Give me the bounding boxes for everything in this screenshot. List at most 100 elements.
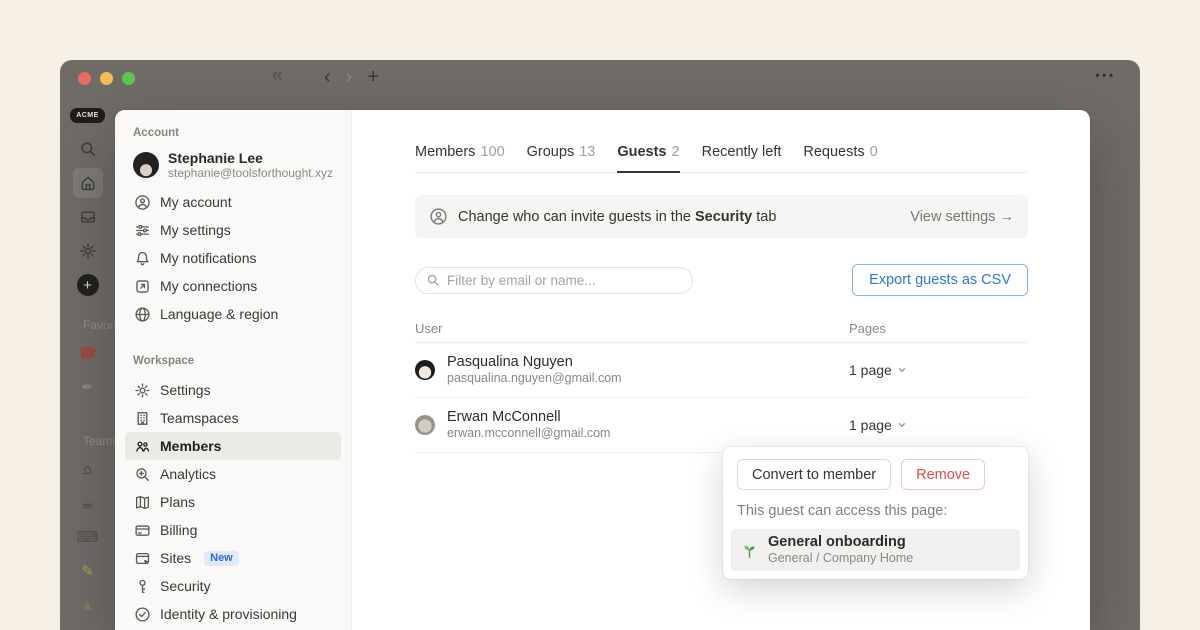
sidebar-item-identity-provisioning[interactable]: Identity & provisioning	[125, 600, 341, 628]
window-more-icon[interactable]: •••	[1095, 70, 1116, 82]
settings-gear-icon[interactable]	[60, 234, 115, 268]
person-circle-icon	[429, 207, 448, 226]
accessible-page-item[interactable]: General onboarding General / Company Hom…	[731, 529, 1020, 571]
inbox-icon[interactable]	[60, 200, 115, 234]
rail-shortcut[interactable]: ☎	[60, 336, 115, 370]
sidebar-item-settings[interactable]: Settings	[125, 376, 341, 404]
tab-count: 100	[480, 144, 504, 160]
guest-name: Pasqualina Nguyen	[447, 354, 622, 371]
avatar	[133, 152, 159, 178]
browser-icon	[133, 549, 151, 567]
globe-icon	[133, 305, 151, 323]
sidebar-item-label: My notifications	[160, 250, 256, 266]
tab-guests[interactable]: Guests 2	[617, 144, 679, 172]
seedling-icon	[741, 542, 758, 559]
new-page-icon[interactable]: +	[77, 274, 99, 296]
sliders-icon	[133, 221, 151, 239]
pages-dropdown[interactable]: 1 page	[849, 362, 1028, 378]
sidebar-item-label: Language & region	[160, 306, 278, 322]
sidebar-item-sites[interactable]: SitesNew	[125, 544, 341, 572]
card-icon	[133, 521, 151, 539]
teamspaces-section-label: Teamspaces	[60, 430, 115, 452]
sidebar-item-my-notifications[interactable]: My notifications	[125, 244, 341, 272]
account-profile[interactable]: Stephanie Lee stephanie@toolsforthought.…	[115, 144, 351, 188]
tab-count: 0	[870, 144, 878, 160]
guests-table: User Pages Pasqualina Nguyenpasqualina.n…	[415, 321, 1028, 453]
pages-dropdown[interactable]: 1 page	[849, 417, 1028, 433]
collapse-sidebar-icon[interactable]: «	[272, 65, 283, 87]
rail-shortcut[interactable]: ⌨	[60, 520, 115, 554]
sidebar-item-label: Identity & provisioning	[160, 606, 297, 622]
rail-shortcut[interactable]: ✎	[60, 554, 115, 588]
tab-groups[interactable]: Groups13	[527, 144, 596, 172]
home-icon[interactable]	[73, 168, 103, 198]
export-guests-csv-button[interactable]: Export guests as CSV	[852, 264, 1028, 296]
nav-forward-icon[interactable]: ›	[346, 64, 353, 90]
remove-guest-button[interactable]: Remove	[901, 459, 985, 490]
pages-count: 1 page	[849, 362, 892, 378]
column-header-pages: Pages	[849, 321, 1028, 336]
view-settings-link[interactable]: View settings →	[910, 209, 1014, 225]
rail-shortcut[interactable]: ☕	[60, 486, 115, 520]
guest-email: erwan.mcconnell@gmail.com	[447, 426, 610, 441]
sidebar-item-language-region[interactable]: Language & region	[125, 300, 341, 328]
person-circle-icon	[133, 193, 151, 211]
pencil-emoji-icon: ✎	[81, 562, 94, 580]
tab-label: Guests	[617, 144, 666, 160]
sidebar-item-label: Settings	[160, 382, 211, 398]
banner-text: Change who can invite guests in the Secu…	[458, 209, 900, 225]
guest-filter	[415, 267, 693, 294]
rail-shortcut[interactable]: ✒	[60, 370, 115, 404]
convert-to-member-button[interactable]: Convert to member	[737, 459, 891, 490]
chevron-down-icon	[897, 365, 907, 375]
map-icon	[133, 493, 151, 511]
tab-count: 2	[672, 144, 680, 160]
settings-sidebar: Account Stephanie Lee stephanie@toolsfor…	[115, 110, 352, 630]
members-tabs: Members100 Groups13 Guests 2 Recently left Re…	[415, 144, 1028, 173]
sidebar-item-my-account[interactable]: My account	[125, 188, 341, 216]
tab-label: Groups	[527, 144, 575, 160]
page-breadcrumb: General / Company Home	[768, 551, 913, 566]
workspace-logo[interactable]: ACME	[70, 108, 105, 123]
key-icon	[133, 577, 151, 595]
guest-invite-banner: Change who can invite guests in the Secu…	[415, 195, 1028, 238]
tab-members[interactable]: Members100	[415, 144, 505, 172]
column-header-user: User	[415, 321, 849, 336]
rail-shortcut[interactable]: ⌂	[60, 452, 115, 486]
sidebar-item-billing[interactable]: Billing	[125, 516, 341, 544]
close-window-button[interactable]	[78, 72, 91, 85]
new-tab-icon[interactable]: +	[367, 64, 379, 90]
sidebar-item-teamspaces[interactable]: Teamspaces	[125, 404, 341, 432]
zoom-window-button[interactable]	[122, 72, 135, 85]
avatar	[415, 360, 435, 380]
bell-icon	[133, 249, 151, 267]
sidebar-item-label: My settings	[160, 222, 231, 238]
pages-count: 1 page	[849, 417, 892, 433]
nav-back-icon[interactable]: ‹	[324, 64, 331, 90]
new-badge: New	[204, 551, 239, 566]
popover-caption: This guest can access this page:	[737, 503, 1014, 519]
guest-row[interactable]: Erwan McConnellerwan.mcconnell@gmail.com…	[415, 398, 1028, 453]
home-emoji-icon: ⌂	[83, 461, 92, 478]
filter-input[interactable]	[447, 273, 682, 288]
sidebar-item-label: Plans	[160, 494, 195, 510]
sidebar-item-security[interactable]: Security	[125, 572, 341, 600]
building-icon	[133, 409, 151, 427]
sidebar-item-plans[interactable]: Plans	[125, 488, 341, 516]
sidebar-item-analytics[interactable]: Analytics	[125, 460, 341, 488]
tab-requests[interactable]: Requests 0	[803, 144, 877, 172]
analytics-icon	[133, 465, 151, 483]
sidebar-item-members[interactable]: Members	[125, 432, 341, 460]
account-section-label: Account	[115, 122, 351, 144]
search-icon[interactable]	[60, 132, 115, 166]
sidebar-item-my-settings[interactable]: My settings	[125, 216, 341, 244]
guest-row[interactable]: Pasqualina Nguyenpasqualina.nguyen@gmail…	[415, 343, 1028, 398]
sidebar-item-my-connections[interactable]: My connections	[125, 272, 341, 300]
tab-recently-left[interactable]: Recently left	[702, 144, 782, 172]
guest-name: Erwan McConnell	[447, 409, 610, 426]
rail-shortcut[interactable]: ▲	[60, 588, 115, 622]
workspace-section-label: Workspace	[115, 350, 351, 372]
tab-label: Requests	[803, 144, 864, 160]
minimize-window-button[interactable]	[100, 72, 113, 85]
guest-actions-popover: Convert to member Remove This guest can …	[723, 447, 1028, 579]
